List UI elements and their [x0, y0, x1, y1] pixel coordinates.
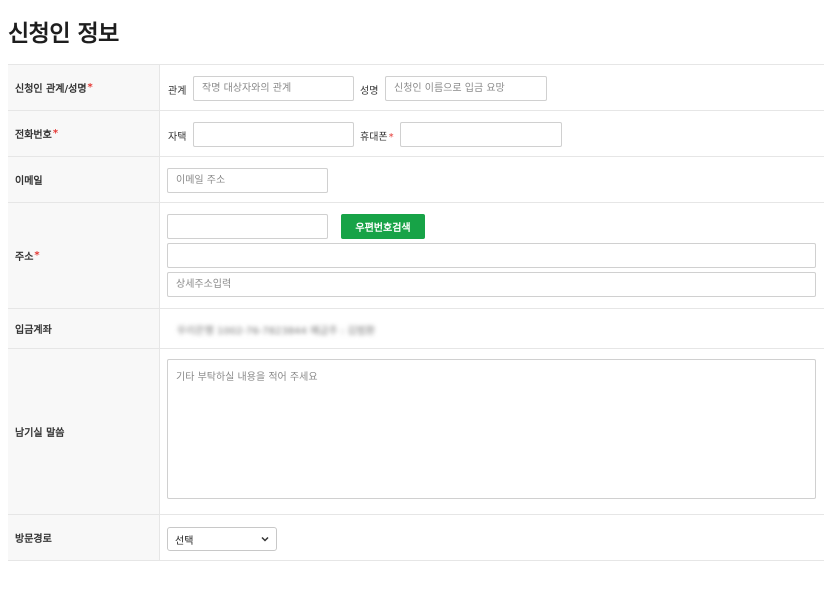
row-applicant: 신청인 관계/성명* 관계 성명 — [8, 65, 824, 111]
address-field-cell: 우편번호검색 — [161, 203, 824, 308]
email-label: 이메일 — [15, 176, 43, 187]
email-input[interactable] — [167, 168, 328, 193]
applicant-form: 신청인 관계/성명* 관계 성명 전화번호* 자택 휴대폰* 이메일 — [8, 64, 824, 561]
message-field-cell — [161, 349, 824, 514]
required-mark: * — [52, 128, 59, 139]
row-email: 이메일 — [8, 157, 824, 203]
relation-input[interactable] — [193, 76, 354, 101]
message-label: 남기실 말씀 — [15, 428, 65, 439]
address-detail-input[interactable] — [167, 272, 816, 297]
account-label: 입금계좌 — [15, 325, 52, 336]
visit-label-cell: 방문경로 — [8, 515, 160, 560]
phone-label: 전화번호 — [15, 130, 52, 141]
phone-field-cell: 자택 휴대폰* — [161, 111, 824, 156]
applicant-label: 신청인 관계/성명 — [15, 84, 87, 95]
required-mark: * — [34, 250, 40, 261]
address-label: 주소 — [15, 252, 34, 263]
address-label-cell: 주소 * — [8, 203, 160, 308]
row-phone: 전화번호 * 자택 휴대폰* — [8, 111, 824, 157]
zipcode-input[interactable] — [167, 214, 328, 239]
page-title: 신청인 정보 — [8, 21, 119, 47]
phone-label-cell: 전화번호 * — [8, 111, 160, 156]
email-field-cell — [161, 157, 824, 202]
applicant-field-cell: 관계 성명 — [161, 65, 824, 110]
visit-route-label: 방문경로 — [15, 534, 52, 545]
mobile-phone-input[interactable] — [400, 122, 562, 147]
applicant-label-cell: 신청인 관계/성명 * — [8, 65, 160, 110]
name-label: 성명 — [360, 86, 379, 97]
name-input[interactable] — [385, 76, 547, 101]
account-field-cell: 우리은행 1002-76-7823844 예금주 : 김범환 — [161, 309, 824, 348]
account-number-text: 우리은행 1002-76-7823844 예금주 : 김범환 — [177, 326, 376, 337]
row-account: 입금계좌 우리은행 1002-76-7823844 예금주 : 김범환 — [8, 309, 824, 349]
zipcode-search-button[interactable]: 우편번호검색 — [341, 214, 425, 239]
email-label-cell: 이메일 — [8, 157, 160, 202]
row-address: 주소 * 우편번호검색 — [8, 203, 824, 309]
message-textarea[interactable] — [167, 359, 816, 499]
message-label-cell: 남기실 말씀 — [8, 349, 160, 514]
home-phone-label: 자택 — [168, 132, 187, 143]
mobile-phone-label: 휴대폰* — [360, 132, 394, 143]
account-label-cell: 입금계좌 — [8, 309, 160, 348]
visit-route-selected: 선택 — [175, 535, 194, 547]
visit-route-select[interactable]: 선택 — [167, 527, 277, 551]
address-input[interactable] — [167, 243, 816, 268]
home-phone-input[interactable] — [193, 122, 354, 147]
relation-label: 관계 — [168, 86, 187, 97]
visit-field-cell: 선택 — [161, 515, 824, 560]
required-mark: * — [87, 82, 93, 93]
row-visit-route: 방문경로 선택 — [8, 515, 824, 561]
chevron-down-icon — [261, 536, 269, 542]
row-message: 남기실 말씀 — [8, 349, 824, 515]
